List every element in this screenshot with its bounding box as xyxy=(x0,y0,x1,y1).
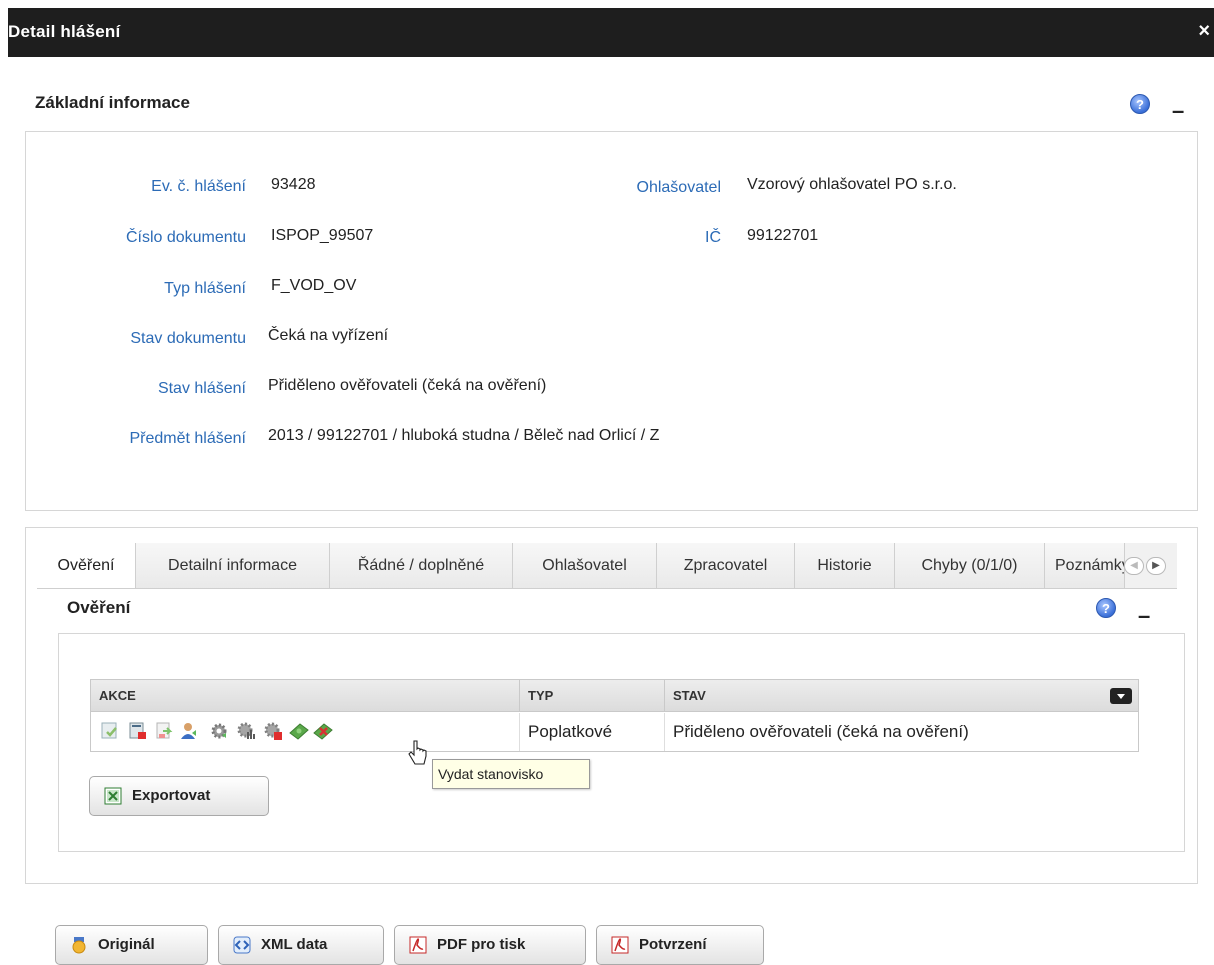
pdf-print-button[interactable]: PDF pro tisk xyxy=(394,925,586,965)
reject-document-icon[interactable] xyxy=(128,721,148,741)
statistics-gear-icon[interactable] xyxy=(236,721,256,741)
column-menu-icon[interactable] xyxy=(1110,688,1132,704)
window-titlebar: Detail hlášení × xyxy=(8,8,1214,57)
tab-history[interactable]: Historie xyxy=(795,543,895,588)
tab-detail-info[interactable]: Detailní informace xyxy=(136,543,330,588)
medal-icon xyxy=(72,937,86,954)
report-type-label: Typ hlášení xyxy=(164,280,246,297)
pdf-print-button-label: PDF pro tisk xyxy=(437,936,526,953)
tab-reporter[interactable]: Ohlašovatel xyxy=(513,543,657,588)
money-icon[interactable] xyxy=(289,721,309,741)
tab-processor[interactable]: Zpracovatel xyxy=(657,543,795,588)
window-title: Detail hlášení xyxy=(8,22,121,41)
settings-gear-icon[interactable] xyxy=(209,721,229,741)
pdf-icon xyxy=(409,936,427,954)
collapse-verification-button[interactable]: – xyxy=(1138,605,1150,627)
reporter-label: Ohlašovatel xyxy=(636,179,722,196)
verification-grid: AKCE TYP STAV Poplatkové Přiděleno ověřo… xyxy=(90,679,1139,752)
tab-verification[interactable]: Ověření xyxy=(37,543,136,588)
pdf-icon xyxy=(611,936,629,954)
export-button-label: Exportovat xyxy=(132,787,211,804)
ev-number-value: 93428 xyxy=(271,176,316,193)
tab-scroll-right-icon[interactable]: ▶ xyxy=(1146,557,1166,575)
close-icon[interactable]: × xyxy=(1198,20,1210,43)
mouse-cursor-icon xyxy=(408,740,427,765)
report-status-value: Přiděleno ověřovateli (čeká na ověření) xyxy=(268,377,547,394)
help-icon[interactable]: ? xyxy=(1130,94,1150,114)
report-status-label: Stav hlášení xyxy=(157,380,246,397)
xml-data-button[interactable]: XML data xyxy=(218,925,384,965)
ic-label: IČ xyxy=(705,229,721,246)
column-header-actions[interactable]: AKCE xyxy=(91,680,519,712)
document-status-value: Čeká na vyřízení xyxy=(268,327,389,344)
issue-statement-icon[interactable] xyxy=(313,721,333,741)
xml-data-button-label: XML data xyxy=(261,936,328,953)
original-button-label: Originál xyxy=(98,936,155,953)
tab-strip: Ověření Detailní informace Řádné / dopln… xyxy=(37,543,1177,589)
original-button[interactable]: Originál xyxy=(55,925,208,965)
export-button[interactable]: Exportovat xyxy=(89,776,269,816)
basic-info-title: Základní informace xyxy=(35,93,190,112)
report-subject-value: 2013 / 99122701 / hluboká studna / Běleč… xyxy=(268,427,660,444)
row-type-cell: Poplatkové xyxy=(519,713,664,751)
xml-icon xyxy=(233,936,251,954)
tab-regular-supplemented[interactable]: Řádné / doplněné xyxy=(330,543,513,588)
tab-scroll-left-icon[interactable]: ◀ xyxy=(1124,557,1144,575)
report-type-value: F_VOD_OV xyxy=(271,277,357,294)
column-header-type[interactable]: TYP xyxy=(519,680,664,712)
delete-gear-icon[interactable] xyxy=(263,721,283,741)
confirmation-button-label: Potvrzení xyxy=(639,936,707,953)
collapse-basic-button[interactable]: – xyxy=(1172,100,1184,122)
approve-icon[interactable] xyxy=(100,721,120,741)
verification-help-icon[interactable]: ? xyxy=(1096,598,1116,618)
tab-notes[interactable]: Poznámky xyxy=(1045,543,1125,588)
tab-errors[interactable]: Chyby (0/1/0) xyxy=(895,543,1045,588)
document-status-label: Stav dokumentu xyxy=(130,330,246,347)
document-number-value: ISPOP_99507 xyxy=(271,227,374,244)
row-status-cell: Přiděleno ověřovateli (čeká na ověření) xyxy=(664,713,1138,751)
verification-title: Ověření xyxy=(67,598,131,617)
document-number-label: Číslo dokumentu xyxy=(125,229,246,246)
confirmation-button[interactable]: Potvrzení xyxy=(596,925,764,965)
export-document-icon[interactable] xyxy=(154,721,174,741)
tooltip-issue-statement: Vydat stanovisko xyxy=(432,759,590,789)
report-subject-label: Předmět hlášení xyxy=(129,430,246,447)
reporter-value: Vzorový ohlašovatel PO s.r.o. xyxy=(747,176,957,193)
assign-user-icon[interactable] xyxy=(180,721,200,741)
ic-value: 99122701 xyxy=(747,227,819,244)
grid-header: AKCE TYP STAV xyxy=(91,680,1138,712)
column-header-status[interactable]: STAV xyxy=(664,680,1138,712)
ev-number-label: Ev. č. hlášení xyxy=(151,178,246,195)
excel-icon xyxy=(104,787,122,805)
